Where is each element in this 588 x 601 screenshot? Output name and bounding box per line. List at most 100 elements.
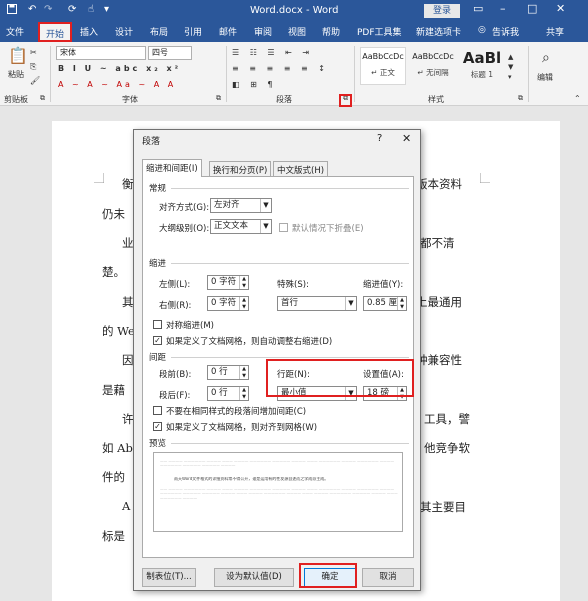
maximize-icon[interactable]: □ xyxy=(527,2,537,15)
general-heading: 常规 xyxy=(149,184,167,194)
styles-scroll-icon[interactable]: ▲ ▼ ▾ xyxy=(508,52,513,82)
styles-launcher-icon[interactable]: ⧉ xyxy=(518,94,523,103)
tab-insert[interactable]: 插入 xyxy=(80,25,98,38)
no-space-same-style-label: 不要在相同样式的段落间增加间距(C) xyxy=(166,407,307,417)
font-color-row[interactable]: A ~ A ~ Aa ~ A A xyxy=(58,80,176,89)
doc-line: 都不清 xyxy=(420,236,455,250)
spacing-before-spinner[interactable]: 0 行 ▲ ▼ xyxy=(207,365,249,380)
doc-line: 标是 xyxy=(102,529,125,543)
sync-icon[interactable]: ⟳ xyxy=(68,4,76,15)
left-indent-label: 左侧(L): xyxy=(159,280,191,290)
tell-me-field[interactable]: 告诉我 xyxy=(492,25,519,38)
spacing-after-spinner[interactable]: 0 行 ▲ ▼ xyxy=(207,386,249,401)
copy-icon[interactable]: ⎘ xyxy=(30,62,36,72)
snap-to-grid-checkbox[interactable]: ✓ xyxy=(153,422,162,431)
no-space-same-style-checkbox[interactable] xyxy=(153,406,162,415)
chevron-down-icon: ▼ xyxy=(345,297,356,310)
doc-line: 因 xyxy=(122,353,134,367)
find-icon[interactable]: ⌕ xyxy=(542,50,550,66)
share-button[interactable]: 共享 xyxy=(546,25,564,38)
tab-indents-spacing[interactable]: 缩进和间距(I) xyxy=(142,159,202,177)
font-group-label: 字体 xyxy=(122,95,138,104)
spinner-arrows-icon[interactable]: ▲ ▼ xyxy=(239,366,248,379)
doc-line: 种兼容性 xyxy=(416,353,462,367)
indent-heading: 缩进 xyxy=(149,259,167,269)
clipboard-group-label: 剪贴板 xyxy=(4,95,28,104)
paste-label[interactable]: 粘贴 xyxy=(8,69,24,80)
login-button[interactable]: 登录 xyxy=(424,4,460,18)
right-indent-label: 右侧(R): xyxy=(159,301,192,311)
mirror-indent-label: 对称缩进(M) xyxy=(166,321,214,331)
tab-design[interactable]: 设计 xyxy=(115,25,133,38)
set-default-button[interactable]: 设为默认值(D) xyxy=(214,568,294,587)
auto-right-indent-checkbox[interactable]: ✓ xyxy=(153,336,162,345)
customize-qat-icon[interactable]: ▾ xyxy=(104,4,109,15)
tab-file[interactable]: 文件 xyxy=(6,25,24,38)
font-name-combo[interactable]: 宋体 xyxy=(56,46,146,60)
tab-pdf-tools[interactable]: PDF工具集 xyxy=(357,25,402,38)
font-launcher-icon[interactable]: ⧉ xyxy=(216,94,221,103)
style-normal[interactable]: AaBbCcDc ↵ 正文 xyxy=(360,47,406,85)
spinner-arrows-icon[interactable]: ▲ ▼ xyxy=(239,297,248,310)
edit-group-label[interactable]: 编辑 xyxy=(537,72,553,83)
spacing-heading: 间距 xyxy=(149,353,167,363)
tab-line-page-breaks[interactable]: 换行和分页(P) xyxy=(209,161,272,176)
tab-mailings[interactable]: 邮件 xyxy=(219,25,237,38)
spinner-arrows-icon[interactable]: ▲ ▼ xyxy=(239,276,248,289)
touch-icon[interactable]: ☝ xyxy=(88,4,94,15)
right-indent-spinner[interactable]: 0 字符 ▲ ▼ xyxy=(207,296,249,311)
spinner-arrows-icon[interactable]: ▲ ▼ xyxy=(397,297,406,310)
mirror-indent-checkbox[interactable] xyxy=(153,320,162,329)
font-size-combo[interactable]: 四号 xyxy=(148,46,192,60)
tab-layout[interactable]: 布局 xyxy=(150,25,168,38)
tab-view[interactable]: 视图 xyxy=(288,25,306,38)
minimize-icon[interactable]: – xyxy=(500,2,506,15)
tab-review[interactable]: 审阅 xyxy=(254,25,272,38)
tab-asian-typography[interactable]: 中文版式(H) xyxy=(273,161,329,176)
outline-level-select[interactable]: 正文文本 ▼ xyxy=(210,219,272,234)
spinner-arrows-icon[interactable]: ▲ ▼ xyxy=(239,387,248,400)
list-buttons-row[interactable]: ☰ ☷ ☰ ⇤ ⇥ xyxy=(232,48,313,57)
special-indent-select[interactable]: 首行 ▼ xyxy=(277,296,357,311)
doc-line: 件的 xyxy=(102,470,125,484)
paste-icon[interactable]: 📋 xyxy=(8,46,28,65)
cancel-button[interactable]: 取消 xyxy=(362,568,414,587)
doc-line: 仍未 xyxy=(102,207,125,221)
dialog-close-icon[interactable]: ✕ xyxy=(402,132,411,145)
highlight-ok-button xyxy=(299,563,357,588)
save-icon[interactable] xyxy=(7,4,17,17)
doc-line: 他竞争软 xyxy=(424,441,470,455)
align-buttons-row[interactable]: ≡ ≡ ≡ ≡ ≡ ↕ xyxy=(232,64,329,73)
help-button[interactable]: ? xyxy=(377,133,382,144)
shading-buttons-row[interactable]: ◧ ⊞ ¶ xyxy=(232,80,276,89)
chevron-down-icon: ▼ xyxy=(260,220,271,233)
collapse-ribbon-icon[interactable]: ⌃ xyxy=(574,94,581,103)
chevron-down-icon: ▼ xyxy=(260,199,271,212)
undo-icon[interactable]: ↶ xyxy=(28,4,36,15)
format-painter-icon[interactable]: 🖌 xyxy=(30,76,40,85)
crop-mark-top-right xyxy=(480,173,490,183)
tabs-button[interactable]: 制表位(T)... xyxy=(142,568,196,587)
tab-references[interactable]: 引用 xyxy=(184,25,202,38)
auto-right-indent-label: 如果定义了文档网格，则自动调整右缩进(D) xyxy=(166,337,333,347)
alignment-select[interactable]: 左对齐 ▼ xyxy=(210,198,272,213)
special-indent-label: 特殊(S): xyxy=(277,280,309,290)
style-no-spacing[interactable]: AaBbCcDc ↵ 无间隔 xyxy=(410,47,456,85)
clipboard-launcher-icon[interactable]: ⧉ xyxy=(40,94,45,103)
redo-icon[interactable]: ↷ xyxy=(44,4,52,15)
cut-icon[interactable]: ✂ xyxy=(30,48,37,57)
collapsed-checkbox[interactable] xyxy=(279,223,288,232)
lightbulb-icon: ◎ xyxy=(478,25,486,35)
style-heading-1[interactable]: AaBl 标题 1 xyxy=(460,47,504,85)
indent-by-spinner[interactable]: 0.85 厘 ▲ ▼ xyxy=(363,296,407,311)
font-format-row[interactable]: B I U ~ abc x₂ x² xyxy=(58,64,181,73)
ribbon-display-icon[interactable]: ▭ xyxy=(473,2,483,15)
tab-help[interactable]: 帮助 xyxy=(322,25,340,38)
highlight-home-tab xyxy=(38,22,72,42)
outline-level-label: 大纲级别(O): xyxy=(159,224,210,234)
spacing-before-label: 段前(B): xyxy=(159,370,192,380)
left-indent-spinner[interactable]: 0 字符 ▲ ▼ xyxy=(207,275,249,290)
tab-new[interactable]: 新建选项卡 xyxy=(416,25,461,38)
close-icon[interactable]: ✕ xyxy=(556,2,565,15)
doc-line: 如 Ab xyxy=(102,441,133,455)
